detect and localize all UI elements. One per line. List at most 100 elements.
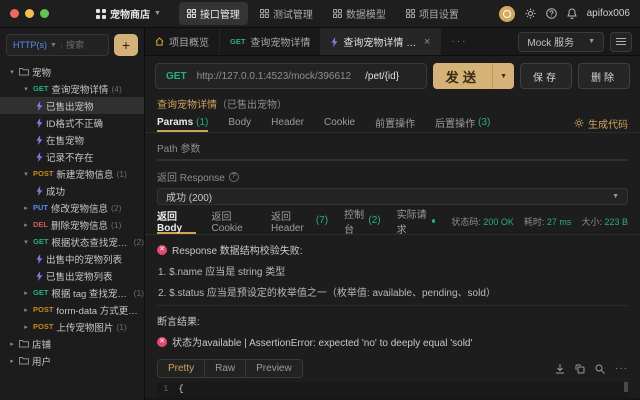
add-api-button[interactable]: + bbox=[114, 34, 138, 56]
send-button[interactable]: 发送 ▼ bbox=[433, 63, 514, 89]
endpoint-tabs: Params (1) Body Header bbox=[145, 114, 640, 133]
help-circle-icon[interactable]: ? bbox=[229, 172, 239, 182]
home-icon bbox=[155, 37, 164, 46]
response-case-select[interactable]: 成功 (200) ▼ bbox=[157, 188, 628, 205]
tree-row[interactable]: ▾ ▸ 出售中的宠物列表 bbox=[0, 250, 144, 267]
tree-row[interactable]: ▾ ▸ 记录不存在 bbox=[0, 148, 144, 165]
response-body-editor[interactable]: 1 { bbox=[157, 382, 628, 398]
expand-arrow-icon[interactable]: ▾ bbox=[22, 170, 30, 178]
tree-row[interactable]: ▾ ▸ POST 新建宠物信息 (1) bbox=[0, 165, 144, 182]
tree-row[interactable]: ▾ ▸ 宠物 bbox=[0, 63, 144, 80]
response-tab-count: (2) bbox=[368, 215, 380, 226]
tree-row[interactable]: ▾ ▸ 店铺 bbox=[0, 335, 144, 352]
tree-row[interactable]: ▾ ▸ 用户 bbox=[0, 352, 144, 369]
tree-row[interactable]: ▾ ▸ GET 查询宠物详情 (4) bbox=[0, 80, 144, 97]
request-method[interactable]: GET bbox=[156, 71, 197, 82]
collapse-arrow-icon[interactable]: ▸ bbox=[22, 323, 30, 331]
nav-tab[interactable]: 测试管理 bbox=[252, 2, 321, 25]
response-tab[interactable]: 实际请求 bbox=[397, 209, 436, 234]
maximize-window-button[interactable] bbox=[40, 9, 49, 18]
collapse-arrow-icon[interactable]: ▸ bbox=[8, 357, 16, 365]
more-tabs-button[interactable]: ··· bbox=[441, 28, 477, 55]
folder-icon bbox=[19, 356, 29, 365]
close-tab-icon[interactable]: × bbox=[424, 36, 430, 48]
endpoint-tab[interactable]: 后置操作 (3) bbox=[435, 114, 490, 132]
avatar[interactable] bbox=[499, 6, 515, 22]
send-options-chevron-icon[interactable]: ▼ bbox=[492, 63, 514, 89]
expand-arrow-icon[interactable]: ▾ bbox=[22, 238, 30, 246]
document-tab[interactable]: 查询宠物详情 (已... × bbox=[321, 28, 441, 55]
copy-icon[interactable] bbox=[575, 364, 585, 374]
document-tabbar: 项目概览 × GET 查询宠物详情 bbox=[145, 28, 640, 56]
response-status: 状态码: 200 OK 耗时: 27 ms 大小: 223 B bbox=[451, 215, 628, 228]
help-icon[interactable] bbox=[546, 8, 557, 19]
response-tab[interactable]: 控制台 (2) bbox=[344, 209, 380, 234]
document-tab[interactable]: GET 查询宠物详情 × bbox=[220, 28, 321, 55]
scrollbar-thumb[interactable] bbox=[624, 382, 628, 392]
settings-gear-icon[interactable] bbox=[525, 8, 536, 19]
tree-row[interactable]: ▾ ▸ GET 根据 tag 查找宠物列表 (1) bbox=[0, 284, 144, 301]
collapse-arrow-icon[interactable]: ▸ bbox=[22, 289, 30, 297]
endpoint-tab[interactable]: Header bbox=[271, 114, 304, 132]
search-icon[interactable] bbox=[595, 364, 605, 374]
endpoint-tab[interactable]: Body bbox=[228, 114, 251, 132]
response-tab[interactable]: 返回 Header (7) bbox=[271, 209, 328, 234]
tree-row[interactable]: ▾ ▸ 已售出宠物列表 bbox=[0, 267, 144, 284]
endpoint-title: 查询宠物详情（已售出宠物） bbox=[157, 96, 628, 111]
collapse-arrow-icon[interactable]: ▸ bbox=[22, 204, 30, 212]
username[interactable]: apifox006 bbox=[587, 8, 630, 19]
response-tab[interactable]: 返回 Body bbox=[157, 209, 196, 234]
endpoint-tab[interactable]: 前置操作 bbox=[375, 114, 415, 132]
validation-item: 1. $.name 应当是 string 类型 bbox=[158, 263, 628, 278]
tree-row[interactable]: ▾ ▸ 已售出宠物 bbox=[0, 97, 144, 114]
environment-select[interactable]: Mock 服务 ▼ bbox=[518, 32, 604, 52]
collapse-arrow-icon[interactable]: ▸ bbox=[8, 340, 16, 348]
tree-row[interactable]: ▾ ▸ 在售宠物 bbox=[0, 131, 144, 148]
chevron-down-icon[interactable]: ▼ bbox=[50, 42, 62, 49]
response-tab-label: 返回 Body bbox=[157, 208, 196, 234]
nav-tab[interactable]: 数据模型 bbox=[325, 2, 394, 25]
tree-row[interactable]: ▾ ▸ 成功 bbox=[0, 182, 144, 199]
tree-row[interactable]: ▾ ▸ ID格式不正确 bbox=[0, 114, 144, 131]
minimize-window-button[interactable] bbox=[25, 9, 34, 18]
expand-arrow-icon[interactable]: ▾ bbox=[8, 68, 16, 76]
nav-tab[interactable]: 接口管理 bbox=[179, 2, 248, 25]
request-path[interactable]: /pet/{id} bbox=[365, 71, 399, 82]
line-number: 1 bbox=[163, 384, 168, 394]
notification-bell-icon[interactable] bbox=[567, 8, 577, 19]
nav-tab[interactable]: 项目设置 bbox=[398, 2, 467, 25]
project-selector[interactable]: 宠物商店 ▼ bbox=[96, 6, 161, 21]
collapse-arrow-icon[interactable]: ▸ bbox=[22, 306, 30, 314]
tree-item-label: 已售出宠物 bbox=[46, 99, 94, 113]
endpoint-tab[interactable]: Cookie bbox=[324, 114, 355, 132]
body-view-bar: Pretty Raw Preview bbox=[157, 359, 628, 378]
delete-button[interactable]: 删除 bbox=[578, 63, 630, 89]
generate-code-button[interactable]: 生成代码 bbox=[574, 116, 628, 131]
endpoint-tab[interactable]: Params (1) bbox=[157, 114, 208, 132]
download-icon[interactable] bbox=[555, 364, 565, 374]
environment-list-button[interactable] bbox=[610, 32, 632, 52]
sidebar-search-row: HTTP(s) ▼ + bbox=[0, 28, 144, 61]
tree-row[interactable]: ▾ ▸ GET 根据状态查找宠物列表 (2) bbox=[0, 233, 144, 250]
collapse-arrow-icon[interactable]: ▸ bbox=[22, 221, 30, 229]
url-input[interactable]: GET http://127.0.0.1:4523/mock/396612 /p… bbox=[155, 63, 427, 89]
sidebar: HTTP(s) ▼ + ▾ ▸ bbox=[0, 28, 145, 400]
expand-arrow-icon[interactable]: ▾ bbox=[22, 85, 30, 93]
tree-item-label: 宠物 bbox=[32, 65, 51, 79]
document-tab[interactable]: 项目概览 × bbox=[145, 28, 220, 55]
protocol-selector[interactable]: HTTP(s) bbox=[7, 40, 50, 50]
response-tab-count: (7) bbox=[316, 215, 328, 226]
search-input[interactable] bbox=[62, 40, 108, 50]
view-tab[interactable]: Raw bbox=[205, 360, 246, 377]
tree-row[interactable]: ▾ ▸ DEL 删除宠物信息 (1) bbox=[0, 216, 144, 233]
tree-row[interactable]: ▾ ▸ PUT 修改宠物信息 (2) bbox=[0, 199, 144, 216]
view-tab[interactable]: Pretty bbox=[158, 360, 205, 377]
tree-row[interactable]: ▾ ▸ POST form-data 方式更新宠物信... bbox=[0, 301, 144, 318]
more-icon[interactable]: ··· bbox=[615, 363, 628, 374]
view-tab[interactable]: Preview bbox=[246, 360, 302, 377]
response-tab[interactable]: 返回 Cookie bbox=[212, 209, 255, 234]
close-window-button[interactable] bbox=[10, 9, 19, 18]
tree-row[interactable]: ▾ ▸ POST 上传宠物图片 (1) bbox=[0, 318, 144, 335]
save-button[interactable]: 保存 bbox=[520, 63, 572, 89]
endpoint-tab-label: Header bbox=[271, 117, 304, 128]
